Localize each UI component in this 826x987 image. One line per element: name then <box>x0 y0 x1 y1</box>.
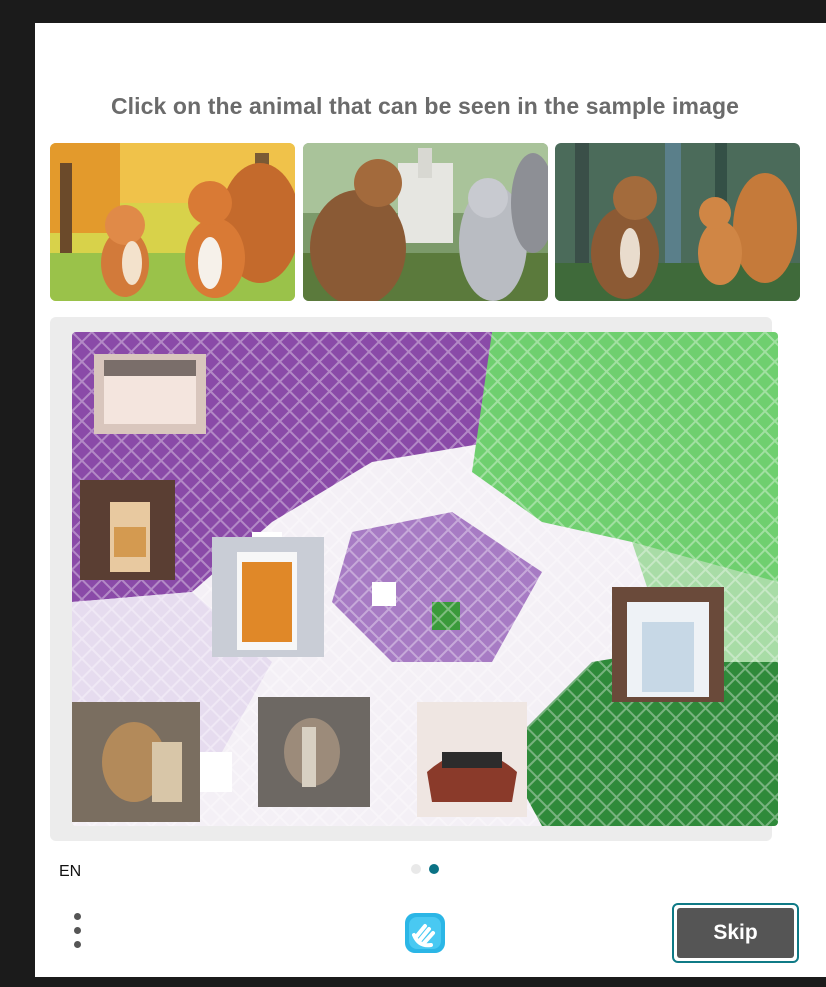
tile-animal-1 <box>72 702 200 822</box>
skip-label: Skip <box>677 908 794 958</box>
tile-glass-2 <box>612 587 724 702</box>
captcha-panel: Click on the animal that can be seen in … <box>35 23 826 977</box>
ellipsis-dot-icon <box>74 927 81 934</box>
tile-object <box>417 702 527 817</box>
language-selector[interactable]: EN <box>59 863 81 881</box>
hand-logo-icon <box>399 907 451 959</box>
sample-image-3 <box>555 143 800 301</box>
page-dot-2-active[interactable] <box>429 864 439 874</box>
menu-button[interactable] <box>67 911 89 951</box>
challenge-canvas[interactable] <box>72 332 778 826</box>
sample-image-2 <box>303 143 548 301</box>
tile-glass-1 <box>80 480 175 580</box>
challenge-canvas-container <box>50 317 778 841</box>
tile-cup <box>212 537 324 657</box>
challenge-prompt: Click on the animal that can be seen in … <box>110 93 740 119</box>
tile-bucket <box>94 354 206 434</box>
page-dot-1[interactable] <box>411 864 421 874</box>
sample-image-1 <box>50 143 295 301</box>
ellipsis-dot-icon <box>74 913 81 920</box>
skip-button[interactable]: Skip <box>672 903 799 963</box>
ellipsis-dot-icon <box>74 941 81 948</box>
tile-bird <box>258 697 370 807</box>
